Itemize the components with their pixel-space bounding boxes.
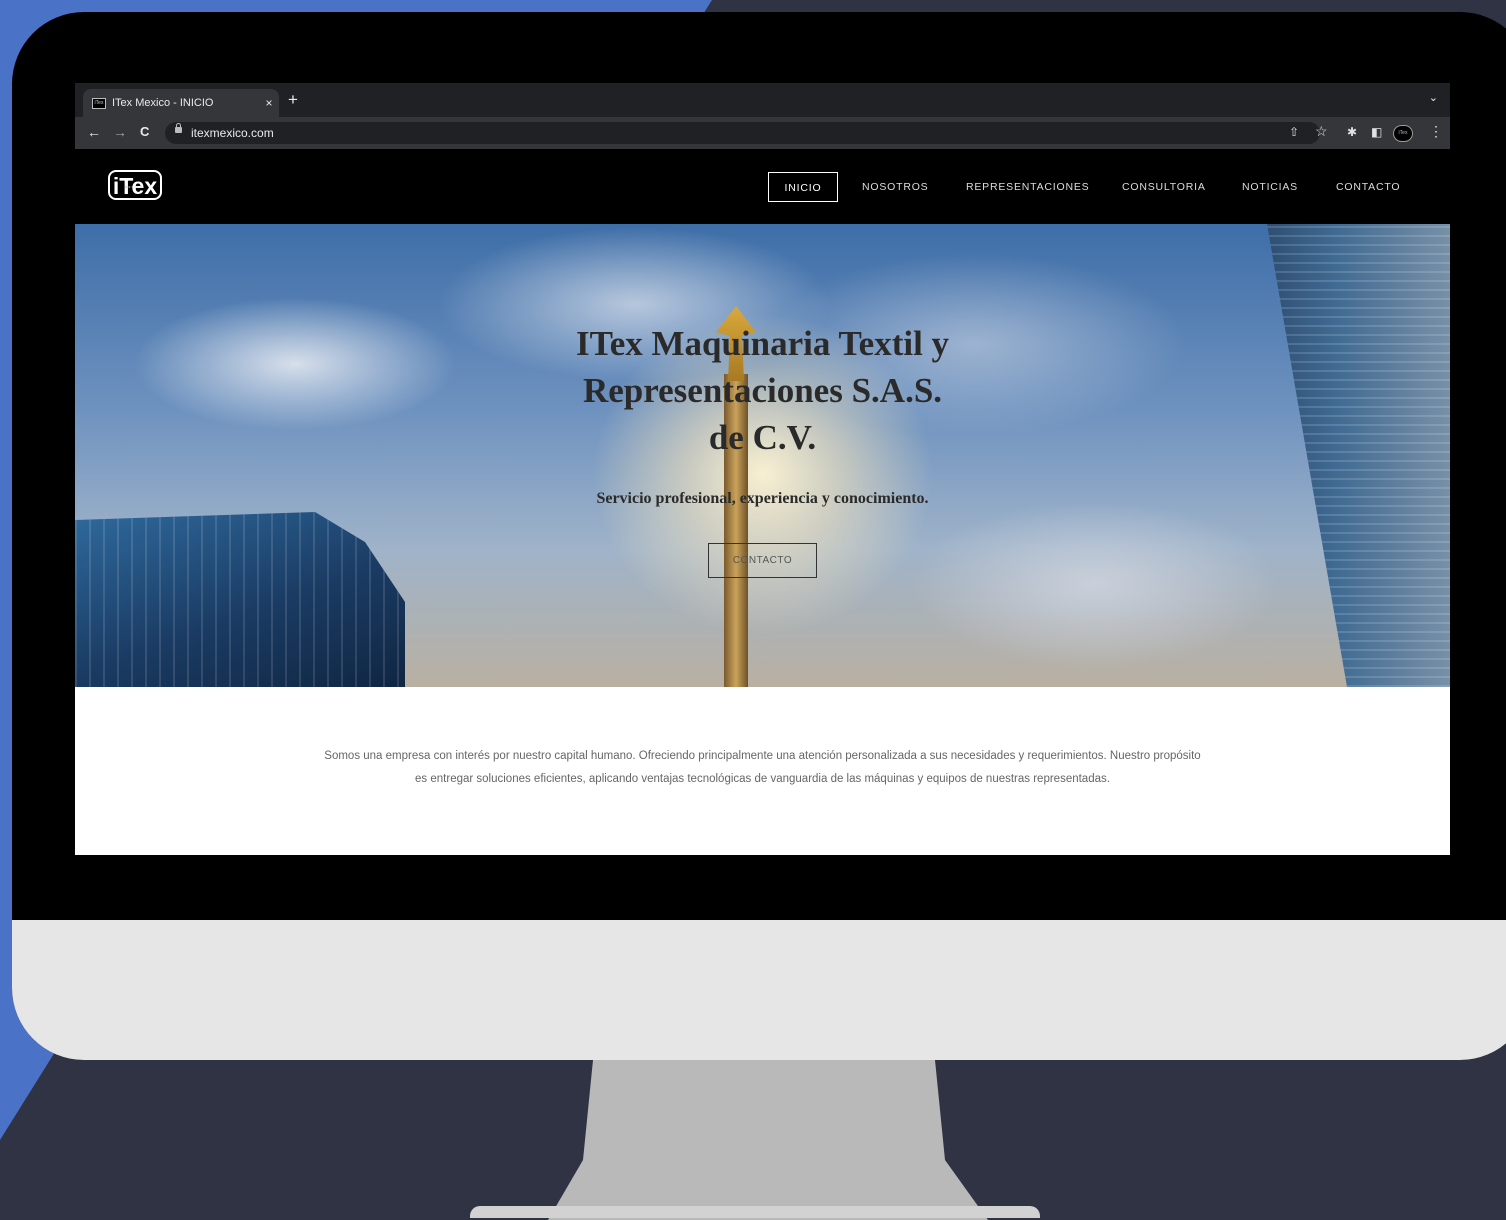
site-logo[interactable]: iTex MEXICO — [108, 170, 162, 200]
nav-nosotros[interactable]: NOSOTROS — [862, 172, 929, 202]
hero-title-line-3: de C.V. — [708, 418, 817, 457]
hero-title: ITex Maquinaria Textil y Representacione… — [75, 320, 1450, 461]
tab-title: ITex Mexico - INICIO — [112, 97, 214, 109]
monitor-stand — [548, 1060, 988, 1220]
hero-contact-button[interactable]: CONTACTO — [708, 543, 817, 578]
hero-building-left — [75, 512, 405, 687]
new-tab-icon[interactable]: + — [288, 90, 298, 110]
nav-inicio[interactable]: INICIO — [768, 172, 838, 202]
share-icon[interactable]: ⇧ — [1289, 125, 1299, 139]
hero-subtitle: Servicio profesional, experiencia y cono… — [596, 490, 929, 507]
hero-banner: ITex Maquinaria Textil y Representacione… — [75, 224, 1450, 687]
tab-search-icon[interactable]: ⌄ — [1429, 91, 1438, 104]
monitor-stand-base — [470, 1206, 1040, 1218]
nav-contacto[interactable]: CONTACTO — [1336, 172, 1400, 202]
lock-icon — [175, 123, 182, 135]
screen: iTex ITex Mexico - INICIO × + ⌄ ← → C it… — [75, 83, 1450, 855]
nav-representaciones[interactable]: REPRESENTACIONES — [966, 172, 1089, 202]
profile-avatar[interactable]: iTex — [1393, 125, 1413, 142]
bookmark-star-icon[interactable]: ☆ — [1315, 123, 1328, 140]
hero-title-line-1: ITex Maquinaria Textil y — [575, 324, 950, 363]
side-panel-icon[interactable]: ◧ — [1371, 125, 1382, 139]
nav-consultoria[interactable]: CONSULTORIA — [1122, 172, 1206, 202]
reload-icon[interactable]: C — [140, 124, 149, 139]
site-header: iTex MEXICO INICIO NOSOTROS REPRESENTACI… — [75, 149, 1450, 224]
browser-tab[interactable]: iTex ITex Mexico - INICIO × — [83, 89, 279, 117]
close-tab-icon[interactable]: × — [259, 96, 279, 110]
favicon-icon: iTex — [92, 97, 106, 109]
monitor-chin — [12, 920, 1506, 1060]
browser-toolbar: ← → C itexmexico.com ⇧ ☆ ✱ ◧ iTex ⋮ — [75, 117, 1450, 149]
about-text: Somos una empresa con interés por nuestr… — [324, 750, 1201, 785]
browser-menu-icon[interactable]: ⋮ — [1429, 123, 1443, 140]
extensions-icon[interactable]: ✱ — [1347, 125, 1357, 139]
browser-tabbar: iTex ITex Mexico - INICIO × + ⌄ — [75, 83, 1450, 117]
nav-noticias[interactable]: NOTICIAS — [1242, 172, 1298, 202]
address-bar[interactable]: itexmexico.com — [165, 122, 1320, 144]
back-icon[interactable]: ← — [87, 124, 101, 140]
about-section: Somos una empresa con interés por nuestr… — [75, 687, 1450, 855]
forward-icon[interactable]: → — [113, 124, 127, 140]
logo-subtext: MEXICO — [125, 185, 143, 189]
url-text: itexmexico.com — [191, 126, 274, 140]
hero-title-line-2: Representaciones S.A.S. — [582, 371, 943, 410]
